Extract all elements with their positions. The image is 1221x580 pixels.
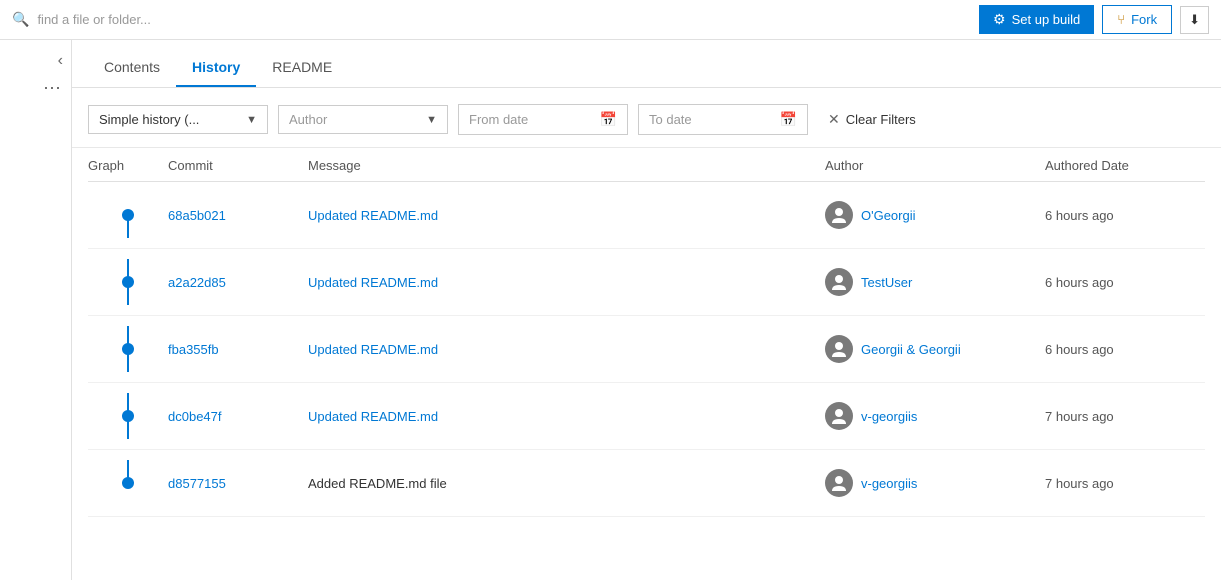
history-type-dropdown[interactable]: Simple history (... ▼ bbox=[88, 105, 268, 134]
to-date-label: To date bbox=[649, 112, 692, 127]
author-name: v-georgiis bbox=[861, 409, 917, 424]
author-cell[interactable]: TestUser bbox=[825, 268, 1045, 296]
tab-contents[interactable]: Contents bbox=[88, 49, 176, 87]
fork-label: Fork bbox=[1131, 12, 1157, 27]
table-row: d8577155Added README.md file v-georgiis 7 … bbox=[88, 450, 1205, 517]
authored-date: 6 hours ago bbox=[1045, 275, 1205, 290]
table-row: 68a5b021Updated README.md O'Georgii 6 hour… bbox=[88, 182, 1205, 249]
author-name: v-georgiis bbox=[861, 476, 917, 491]
commit-table: Graph Commit Message Author Authored Dat… bbox=[72, 148, 1221, 580]
clear-filters-label: Clear Filters bbox=[846, 112, 916, 127]
search-placeholder: find a file or folder... bbox=[37, 12, 150, 27]
fork-button[interactable]: ⑂ Fork bbox=[1102, 5, 1172, 34]
calendar-from-icon: 📅 bbox=[600, 111, 617, 128]
chevron-down-icon: ▼ bbox=[246, 114, 257, 126]
clear-filters-button[interactable]: ✕ Clear Filters bbox=[818, 105, 926, 134]
fork-icon: ⑂ bbox=[1117, 12, 1125, 27]
table-row: fba355fbUpdated README.md Georgii & Georg… bbox=[88, 316, 1205, 383]
author-cell[interactable]: O'Georgii bbox=[825, 201, 1045, 229]
collapse-icon[interactable]: ‹ bbox=[50, 48, 71, 74]
download-icon: ⬇ bbox=[1189, 12, 1200, 28]
author-cell[interactable]: v-georgiis bbox=[825, 402, 1045, 430]
top-bar-left: 🔍 find a file or folder... bbox=[12, 11, 151, 28]
col-graph: Graph bbox=[88, 158, 168, 173]
commit-hash[interactable]: a2a22d85 bbox=[168, 275, 308, 290]
to-date-picker[interactable]: To date 📅 bbox=[638, 104, 808, 135]
table-row: dc0be47fUpdated README.md v-georgiis 7 hou… bbox=[88, 383, 1205, 450]
top-bar: 🔍 find a file or folder... ⚙ Set up buil… bbox=[0, 0, 1221, 40]
author-name: TestUser bbox=[861, 275, 912, 290]
main-layout: ‹ ⋯ Contents History README Simple histo… bbox=[0, 40, 1221, 580]
tab-history[interactable]: History bbox=[176, 49, 256, 87]
commit-message[interactable]: Updated README.md bbox=[308, 208, 825, 223]
authored-date: 6 hours ago bbox=[1045, 342, 1205, 357]
calendar-to-icon: 📅 bbox=[780, 111, 797, 128]
commit-message[interactable]: Updated README.md bbox=[308, 275, 825, 290]
avatar bbox=[825, 402, 853, 430]
commit-message[interactable]: Updated README.md bbox=[308, 409, 825, 424]
setup-build-button[interactable]: ⚙ Set up build bbox=[979, 5, 1094, 34]
authored-date: 7 hours ago bbox=[1045, 476, 1205, 491]
table-header: Graph Commit Message Author Authored Dat… bbox=[88, 148, 1205, 182]
commit-hash[interactable]: d8577155 bbox=[168, 476, 308, 491]
commit-hash[interactable]: dc0be47f bbox=[168, 409, 308, 424]
chevron-down-author-icon: ▼ bbox=[426, 114, 437, 126]
graph-cell bbox=[88, 326, 168, 372]
authored-date: 6 hours ago bbox=[1045, 208, 1205, 223]
top-bar-right: ⚙ Set up build ⑂ Fork ⬇ bbox=[979, 5, 1209, 34]
author-dropdown[interactable]: Author ▼ bbox=[278, 105, 448, 134]
col-authored-date: Authored Date bbox=[1045, 158, 1205, 173]
col-commit: Commit bbox=[168, 158, 308, 173]
sidebar: ‹ ⋯ bbox=[0, 40, 72, 580]
avatar bbox=[825, 469, 853, 497]
author-cell[interactable]: Georgii & Georgii bbox=[825, 335, 1045, 363]
commit-message[interactable]: Updated README.md bbox=[308, 342, 825, 357]
download-button[interactable]: ⬇ bbox=[1180, 6, 1209, 34]
commit-message: Added README.md file bbox=[308, 476, 825, 491]
close-icon: ✕ bbox=[828, 111, 840, 128]
avatar bbox=[825, 201, 853, 229]
graph-cell bbox=[88, 393, 168, 439]
avatar bbox=[825, 268, 853, 296]
content-area: Contents History README Simple history (… bbox=[72, 40, 1221, 580]
author-cell[interactable]: v-georgiis bbox=[825, 469, 1045, 497]
tabs-bar: Contents History README bbox=[72, 40, 1221, 88]
author-placeholder: Author bbox=[289, 112, 327, 127]
commit-hash[interactable]: fba355fb bbox=[168, 342, 308, 357]
search-icon: 🔍 bbox=[12, 11, 29, 28]
col-author: Author bbox=[825, 158, 1045, 173]
graph-cell bbox=[88, 192, 168, 238]
graph-cell bbox=[88, 460, 168, 506]
table-row: a2a22d85Updated README.md TestUser 6 hours… bbox=[88, 249, 1205, 316]
avatar bbox=[825, 335, 853, 363]
history-type-label: Simple history (... bbox=[99, 112, 199, 127]
tab-readme[interactable]: README bbox=[256, 49, 348, 87]
setup-build-icon: ⚙ bbox=[993, 11, 1006, 28]
from-date-picker[interactable]: From date 📅 bbox=[458, 104, 628, 135]
from-date-label: From date bbox=[469, 112, 528, 127]
author-name: Georgii & Georgii bbox=[861, 342, 961, 357]
col-message: Message bbox=[308, 158, 825, 173]
author-name: O'Georgii bbox=[861, 208, 916, 223]
commit-rows: 68a5b021Updated README.mdO'Georgii6 hour… bbox=[88, 182, 1205, 517]
authored-date: 7 hours ago bbox=[1045, 409, 1205, 424]
commit-hash[interactable]: 68a5b021 bbox=[168, 208, 308, 223]
setup-build-label: Set up build bbox=[1012, 12, 1081, 27]
filters-row: Simple history (... ▼ Author ▼ From date… bbox=[72, 88, 1221, 148]
graph-cell bbox=[88, 259, 168, 305]
more-options-icon[interactable]: ⋯ bbox=[35, 74, 71, 103]
